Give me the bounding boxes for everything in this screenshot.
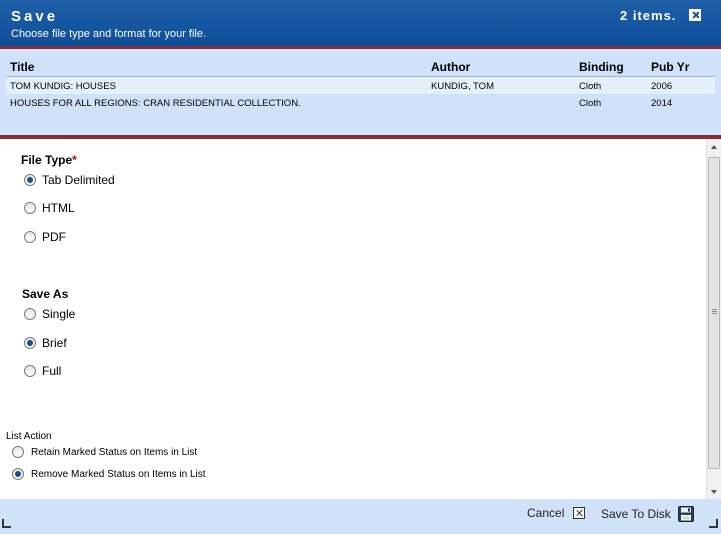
options-panel: File Type* Tab Delimited HTML PDF Save A… [0,139,706,499]
floppy-disk-icon [677,506,694,522]
grip-icon [712,309,717,314]
scroll-up-icon[interactable] [711,145,717,149]
save-as-option-brief[interactable]: Brief [24,336,67,350]
dialog-subtitle: Choose file type and format for your fil… [11,28,207,40]
cancel-label: Cancel [527,506,565,520]
table-row: HOUSES FOR ALL REGIONS: CRAN RESIDENTIAL… [6,94,715,112]
scroll-thumb[interactable] [708,157,720,469]
dialog-footer: Cancel Save To Disk [0,499,721,534]
resize-corner-right-icon[interactable] [709,519,718,528]
table-row: TOM KUNDIG: HOUSES KUNDIG, TOM Cloth 200… [6,76,715,94]
radio-label: HTML [42,201,75,215]
row-binding: Cloth [579,98,602,109]
save-as-heading: Save As [22,287,69,301]
table-header: Title Author Binding Pub Yr [6,58,715,76]
row-title: HOUSES FOR ALL REGIONS: CRAN RESIDENTIAL… [10,98,301,109]
list-action-heading: List Action [6,431,52,442]
file-type-label: File Type [21,153,73,167]
items-table: Title Author Binding Pub Yr TOM KUNDIG: … [0,49,721,135]
file-type-option-tab-delimited[interactable]: Tab Delimited [24,173,115,187]
cancel-icon [573,507,586,519]
radio-label: PDF [42,230,66,244]
row-pub-yr: 2006 [651,81,673,92]
file-type-heading: File Type* [21,153,77,167]
row-title: TOM KUNDIG: HOUSES [10,81,116,92]
save-label: Save To Disk [601,507,671,521]
radio-label: Single [42,307,76,321]
save-to-disk-button[interactable]: Save To Disk [601,506,694,522]
list-action-option-retain[interactable]: Retain Marked Status on Items in List [12,446,197,458]
column-header-title: Title [10,60,35,74]
radio-button[interactable] [24,231,36,243]
close-icon[interactable] [689,9,701,21]
radio-label: Tab Delimited [42,173,115,187]
vertical-scrollbar[interactable] [706,139,721,499]
item-count: 2 items. [620,8,677,23]
radio-label: Brief [42,336,67,350]
column-header-author: Author [431,60,471,74]
radio-button[interactable] [24,174,36,186]
cancel-button[interactable]: Cancel [527,506,586,520]
required-mark: * [72,153,77,167]
radio-button[interactable] [24,308,36,320]
radio-label: Retain Marked Status on Items in List [31,446,198,458]
radio-label: Remove Marked Status on Items in List [31,468,206,480]
row-binding: Cloth [579,81,602,92]
radio-button[interactable] [24,365,36,377]
dialog-header: Save Choose file type and format for you… [0,0,721,46]
radio-button[interactable] [12,468,24,480]
radio-button[interactable] [24,337,36,349]
row-author: KUNDIG, TOM [431,81,494,92]
save-as-option-full[interactable]: Full [24,364,61,378]
column-header-binding: Binding [579,60,624,74]
radio-button[interactable] [12,446,24,458]
scroll-down-icon[interactable] [711,490,717,494]
file-type-option-html[interactable]: HTML [24,201,75,215]
radio-button[interactable] [24,202,36,214]
column-header-pub-yr: Pub Yr [651,60,690,74]
file-type-option-pdf[interactable]: PDF [24,230,66,244]
row-pub-yr: 2014 [651,98,673,109]
dialog-title: Save [11,8,59,25]
save-as-option-single[interactable]: Single [24,307,75,321]
list-action-option-remove[interactable]: Remove Marked Status on Items in List [12,468,206,480]
resize-corner-left-icon [2,519,11,528]
radio-label: Full [42,364,62,378]
